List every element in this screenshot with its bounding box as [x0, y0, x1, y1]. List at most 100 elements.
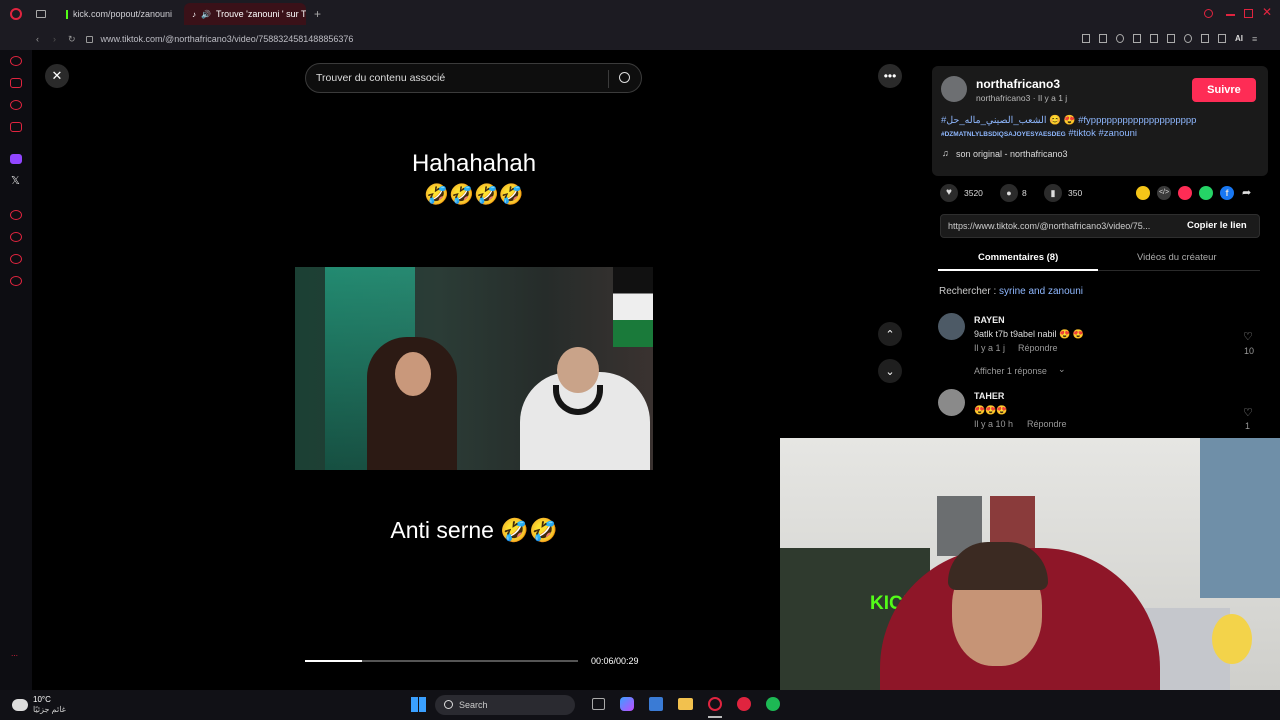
author-avatar[interactable]	[941, 76, 967, 102]
forward-icon[interactable]: ›	[53, 34, 56, 44]
lock-icon	[85, 35, 93, 43]
back-icon[interactable]: ‹	[36, 34, 39, 44]
tab-comments[interactable]: Commentaires (8)	[978, 252, 1058, 263]
hashtags-line-1[interactable]: #الشعب_الصيني_ماله_حل 😊 😍 #fyppppppppppp…	[941, 115, 1196, 126]
author-subline: northafricano3 · Il y a 1 j	[976, 93, 1068, 103]
more-options-button[interactable]: •••	[878, 64, 902, 88]
hashtags-line-2-caps[interactable]: #DZMATNLYLBSDIQSAJOYESYAESDEG	[941, 131, 1066, 138]
new-tab-icon[interactable]: +	[314, 7, 321, 21]
snapshot-icon[interactable]	[1099, 34, 1107, 43]
adblock-icon[interactable]	[1116, 34, 1124, 43]
opera-logo-icon[interactable]	[10, 8, 22, 20]
chevron-down-icon: ⌄	[1058, 364, 1066, 374]
commenter-avatar[interactable]	[938, 389, 965, 416]
search-suggestion[interactable]: Rechercher : syrine and zanouni	[939, 286, 1083, 297]
save-count: 350	[1068, 188, 1083, 198]
sidebar-player-icon[interactable]	[10, 122, 22, 132]
menu-icon[interactable]: ≡	[1252, 34, 1257, 44]
sidebar-bookmarks-icon[interactable]	[10, 254, 22, 264]
sound-link[interactable]: son original - northafricano3	[956, 149, 1068, 159]
reply-button[interactable]: Répondre	[1027, 419, 1067, 429]
store-icon[interactable]	[649, 697, 663, 711]
opera-taskbar-icon[interactable]	[708, 697, 722, 711]
author-name[interactable]: northafricano3	[976, 77, 1060, 91]
show-replies-button[interactable]: Afficher 1 réponse	[974, 366, 1047, 376]
play-icon[interactable]	[1167, 34, 1175, 43]
sidebar-messenger-icon[interactable]	[10, 100, 22, 110]
previous-video-button[interactable]: ⌃	[878, 322, 902, 346]
sidebar-settings-icon[interactable]	[10, 276, 22, 286]
spotify-icon[interactable]	[766, 697, 780, 711]
commenter-avatar[interactable]	[938, 313, 965, 340]
post-hashtags: #الشعب_الصيني_ماله_حل 😊 😍 #fyppppppppppp…	[941, 114, 1261, 141]
aria-icon[interactable]: AI	[1235, 34, 1243, 44]
download-icon[interactable]	[1218, 34, 1226, 43]
commenter-name[interactable]: TAHER	[974, 391, 1004, 401]
send-icon[interactable]	[1178, 186, 1192, 200]
next-video-button[interactable]: ⌄	[878, 359, 902, 383]
tracker-icon[interactable]	[1150, 34, 1158, 43]
sidebar-more-icon[interactable]: ⋯	[11, 652, 18, 660]
tab-tiktok[interactable]: ♪ 🔊 Trouve 'zanouni ' sur T	[184, 3, 306, 25]
share-coin-icon[interactable]	[1136, 186, 1150, 200]
video-link-url[interactable]: https://www.tiktok.com/@northafricano3/v…	[948, 221, 1150, 231]
task-view-icon[interactable]	[592, 698, 605, 710]
like-icon[interactable]: ♥	[940, 184, 958, 202]
tab-list-icon[interactable]	[36, 10, 46, 18]
kick-favicon-icon	[66, 9, 68, 19]
weather-icon[interactable]	[12, 699, 28, 711]
close-video-button[interactable]: ✕	[45, 64, 69, 88]
sidebar-wallet-icon[interactable]	[10, 78, 22, 88]
reply-button[interactable]: Répondre	[1018, 343, 1058, 353]
tab-kick[interactable]: kick.com/popout/zanouni	[58, 3, 180, 25]
comment-like-icon[interactable]: ♡	[1243, 406, 1253, 419]
search-suggestion-query: syrine and zanouni	[999, 286, 1083, 297]
url-field[interactable]: www.tiktok.com/@northafricano3/video/758…	[101, 34, 354, 44]
weather-text: غائم جزئيًا	[33, 705, 66, 714]
taskbar-search-icon	[444, 700, 453, 709]
copy-link-button[interactable]: Copier le lien	[1187, 220, 1247, 231]
follow-button[interactable]: Suivre	[1192, 78, 1256, 102]
related-search-input[interactable]: Trouver du contenu associé	[305, 63, 642, 93]
reload-icon[interactable]: ↻	[68, 34, 76, 45]
sidebar-home-icon[interactable]	[10, 56, 22, 66]
minimize-icon[interactable]	[1226, 14, 1235, 16]
search-tabs-icon[interactable]	[1204, 9, 1213, 18]
embed-icon[interactable]: </>	[1157, 186, 1171, 200]
facebook-icon[interactable]: f	[1220, 186, 1234, 200]
whatsapp-icon[interactable]	[1199, 186, 1213, 200]
tab-creator-videos[interactable]: Vidéos du créateur	[1137, 252, 1217, 263]
video-frame	[295, 267, 653, 470]
tab-comments-underline	[938, 269, 1098, 271]
file-explorer-icon[interactable]	[678, 698, 693, 710]
audio-icon[interactable]: 🔊	[201, 10, 211, 19]
hashtags-line-2-rest[interactable]: #tiktok #zanouni	[1068, 128, 1137, 139]
sidebar-extensions-icon[interactable]	[10, 210, 22, 220]
copilot-icon[interactable]	[620, 697, 634, 711]
close-window-icon[interactable]: ✕	[1262, 5, 1272, 19]
sidebar-history-icon[interactable]	[10, 232, 22, 242]
comment-time: Il y a 10 h	[974, 419, 1014, 429]
video-progress-bar[interactable]	[305, 660, 578, 662]
sidebar-x-icon[interactable]: 𝕏	[11, 174, 20, 187]
wallet-icon[interactable]	[1201, 34, 1209, 43]
comment-like-icon[interactable]: ♡	[1243, 330, 1253, 343]
video-player[interactable]: Hahahahah 🤣🤣🤣🤣 Anti serne 🤣🤣 00:06/00:29	[295, 100, 653, 688]
commenter-name[interactable]: RAYEN	[974, 315, 1005, 325]
comment-icon[interactable]: ●	[1000, 184, 1018, 202]
browser-sidebar: 𝕏 ⋯	[0, 50, 32, 690]
search-icon[interactable]	[619, 72, 630, 83]
opera-gx-icon[interactable]	[737, 697, 751, 711]
weather-widget[interactable]: 10°C غائم جزئيًا	[33, 695, 66, 715]
translate-icon[interactable]	[1133, 34, 1141, 43]
search-placeholder: Trouver du contenu associé	[316, 72, 446, 84]
windows-start-icon[interactable]	[411, 697, 426, 712]
share-arrow-icon[interactable]: ➦	[1242, 186, 1251, 199]
comment-text: 😍😍😍	[974, 405, 1008, 415]
maximize-icon[interactable]	[1244, 9, 1253, 18]
pin-icon[interactable]	[1082, 34, 1090, 43]
heart-icon[interactable]	[1184, 34, 1192, 43]
bookmark-icon[interactable]: ▮	[1044, 184, 1062, 202]
taskbar-search[interactable]: Search	[435, 695, 575, 715]
sidebar-twitch-icon[interactable]	[10, 154, 22, 164]
